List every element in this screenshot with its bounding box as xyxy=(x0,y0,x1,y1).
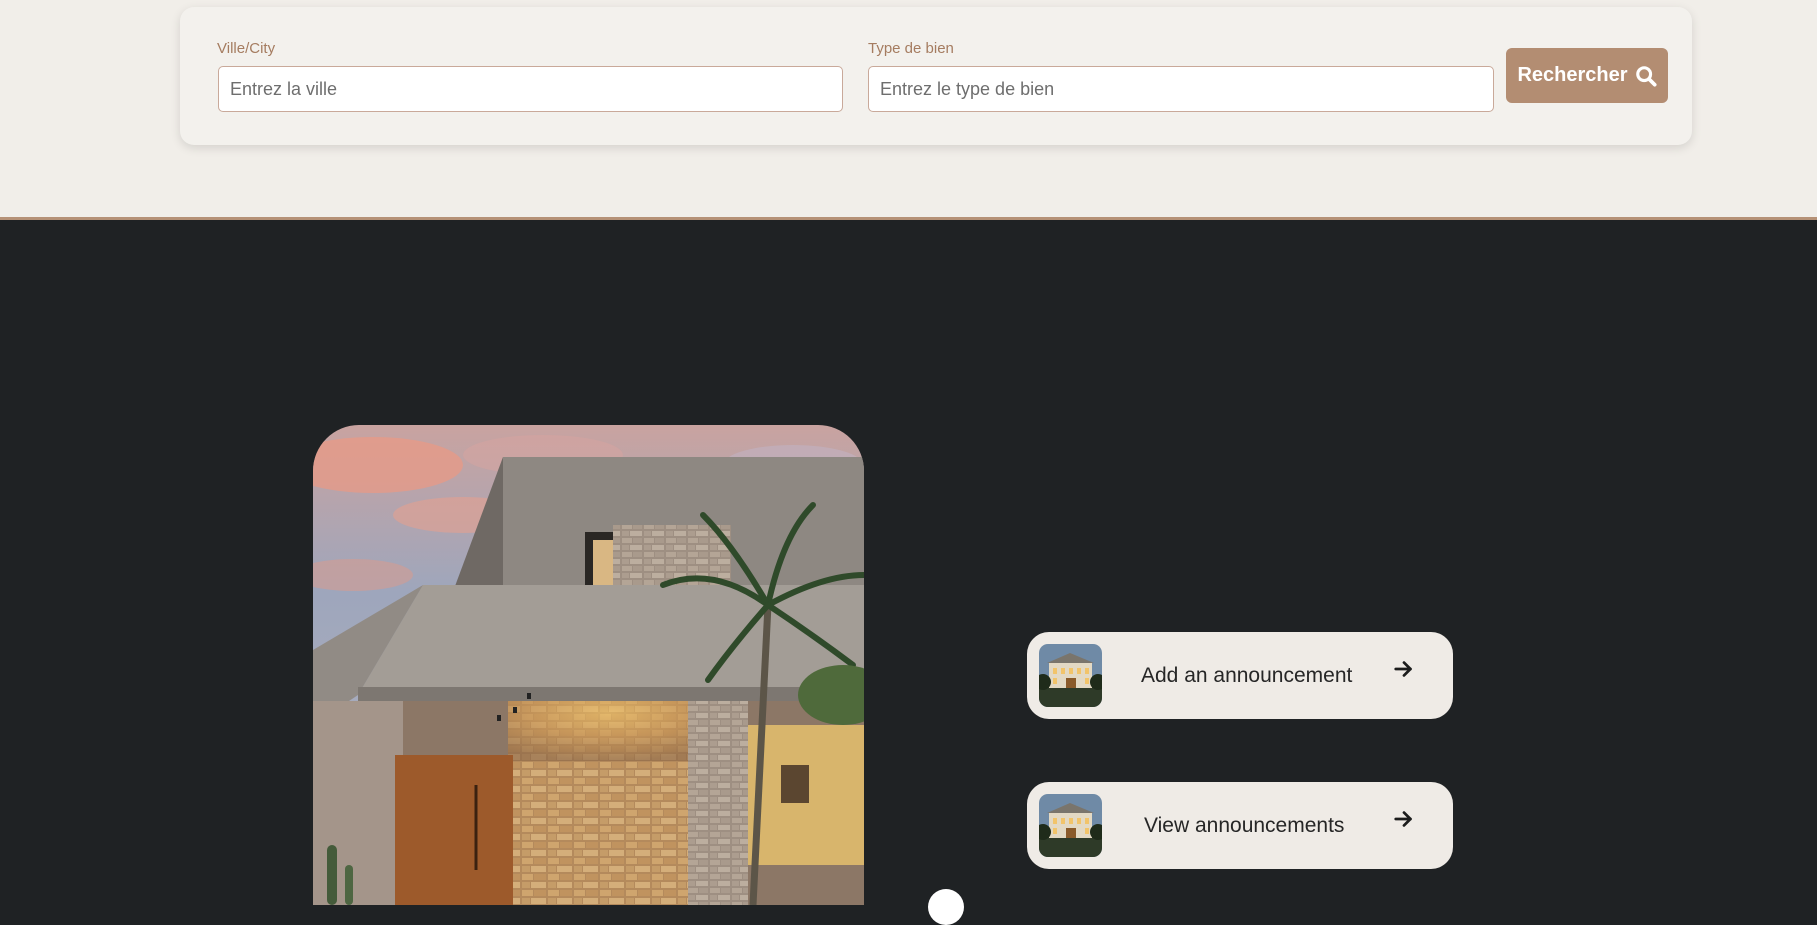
add-announcement-button[interactable]: Add an announcement xyxy=(1027,632,1453,719)
view-announcements-label: View announcements xyxy=(1144,814,1345,837)
hero-section xyxy=(0,220,1817,896)
house-thumbnail xyxy=(1039,794,1102,857)
view-announcements-button[interactable]: View announcements xyxy=(1027,782,1453,869)
search-card: Ville/City Type de bien xyxy=(180,7,1692,145)
search-section: Ville/City Type de bien Rechercher xyxy=(0,0,1817,220)
property-type-input[interactable] xyxy=(868,66,1494,112)
search-button-label: Rechercher xyxy=(1517,64,1628,86)
search-button[interactable]: Rechercher xyxy=(1506,48,1668,103)
city-input[interactable] xyxy=(218,66,843,112)
scroll-indicator[interactable] xyxy=(928,889,964,925)
city-label: Ville/City xyxy=(217,40,276,57)
arrow-right-icon xyxy=(1394,811,1412,827)
search-icon xyxy=(1635,65,1657,87)
hero-house-image xyxy=(313,425,864,905)
arrow-right-icon xyxy=(1394,661,1412,677)
property-type-label: Type de bien xyxy=(868,40,954,57)
add-announcement-label: Add an announcement xyxy=(1141,664,1353,687)
house-thumbnail xyxy=(1039,644,1102,707)
